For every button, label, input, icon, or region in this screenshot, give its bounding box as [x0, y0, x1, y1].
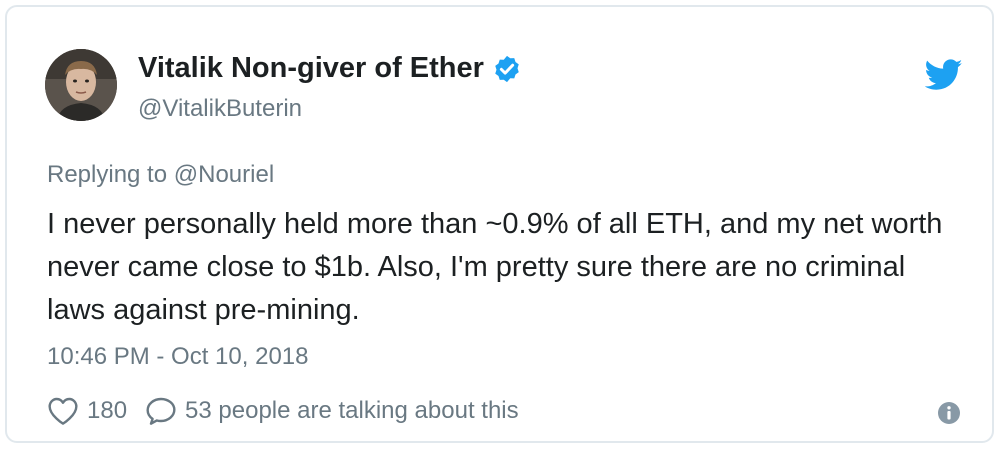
- tweet-timestamp[interactable]: 10:46 PM - Oct 10, 2018: [47, 343, 308, 371]
- heart-icon: [48, 397, 78, 425]
- user-handle[interactable]: @VitalikButerin: [138, 95, 302, 123]
- replying-to: Replying to @Nouriel: [47, 161, 274, 189]
- speech-bubble-icon: [146, 397, 176, 425]
- avatar[interactable]: [45, 49, 117, 121]
- conversation-link[interactable]: 53 people are talking about this: [145, 396, 519, 426]
- avatar-image: [45, 49, 117, 121]
- twitter-bird-icon[interactable]: [924, 59, 963, 91]
- display-name[interactable]: Vitalik Non-giver of Ether: [138, 52, 522, 85]
- tweet-card: Vitalik Non-giver of Ether @VitalikButer…: [5, 5, 994, 443]
- info-icon[interactable]: [937, 401, 961, 425]
- like-button[interactable]: 180: [47, 396, 127, 426]
- like-count: 180: [87, 397, 128, 424]
- tweet-actions: 180 53 people are talking about this: [47, 395, 537, 427]
- tweet-text: I never personally held more than ~0.9% …: [47, 208, 943, 326]
- reply-mention-link[interactable]: @Nouriel: [174, 161, 274, 188]
- display-name-text: Vitalik Non-giver of Ether: [138, 52, 484, 84]
- conversation-text: 53 people are talking about this: [185, 397, 519, 424]
- verified-badge-icon: [492, 54, 522, 84]
- replying-to-label: Replying to: [47, 161, 168, 188]
